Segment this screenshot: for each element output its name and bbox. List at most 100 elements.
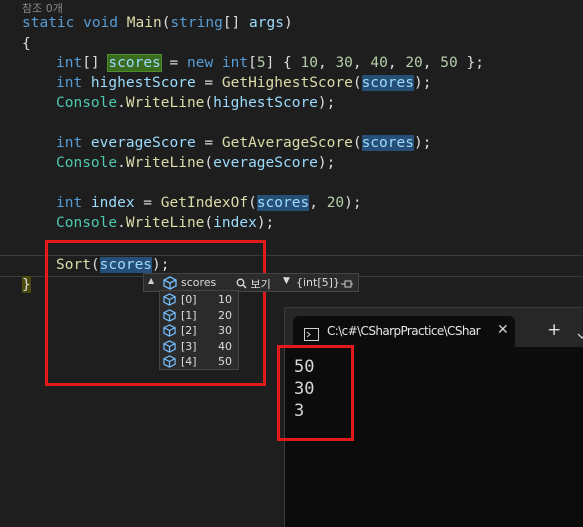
- code-token: );: [344, 195, 362, 211]
- code-token: 5: [256, 55, 266, 71]
- code-token: GetHighestScore: [221, 75, 353, 91]
- code-token: 50: [440, 55, 458, 71]
- console-tab-bar: C:\c#\CSharpPractice\CShar ✕ +: [285, 308, 583, 347]
- code-line[interactable]: Console.WriteLine(highestScore);: [56, 93, 335, 113]
- code-token: );: [413, 75, 432, 91]
- datatip-value: {int[5]}: [296, 276, 340, 289]
- datatip-item-index: [4]: [181, 355, 197, 368]
- code-token: Console: [56, 155, 118, 171]
- datatip-children-list: [0] 10 [1] 20 [2] 30 [3] 40 [4] 50: [159, 290, 239, 370]
- code-line[interactable]: int everageScore = GetAverageScore(score…: [56, 133, 431, 153]
- code-token: );: [256, 215, 275, 231]
- chevron-down-icon[interactable]: [577, 326, 583, 339]
- code-token: new: [187, 55, 222, 71]
- code-token: .: [117, 215, 126, 231]
- close-tab-icon[interactable]: ✕: [497, 322, 509, 338]
- console-tab-title: C:\c#\CSharpPractice\CShar: [327, 324, 481, 338]
- datatip-item-value: 10: [218, 293, 232, 306]
- code-token: [: [248, 55, 257, 71]
- code-token: highestScore: [213, 95, 318, 111]
- code-token: []: [222, 15, 250, 31]
- code-token: );: [317, 155, 336, 171]
- datatip-item-value: 30: [218, 324, 232, 337]
- code-token: Main: [126, 15, 162, 31]
- code-editor[interactable]: 참조 0개 static void Main(string[] args){in…: [0, 0, 583, 527]
- code-token: .: [117, 95, 126, 111]
- code-token: =: [195, 75, 222, 91]
- datatip-item-row[interactable]: [3] 40: [160, 339, 238, 354]
- code-token: ,: [317, 55, 336, 71]
- datatip-item-row[interactable]: [4] 50: [160, 354, 238, 369]
- view-dropdown-arrow-icon[interactable]: ▼: [283, 276, 290, 286]
- code-token: []: [82, 55, 109, 71]
- code-token: =: [195, 135, 222, 151]
- datatip-item-row[interactable]: [1] 20: [160, 308, 238, 323]
- highlighted-identifier: scores: [361, 135, 414, 151]
- code-token: };: [457, 55, 484, 71]
- highlighted-identifier: scores: [361, 75, 414, 91]
- code-token: (: [248, 195, 257, 211]
- datatip-item-index: [1]: [181, 308, 197, 322]
- code-token: GetAverageScore: [221, 135, 353, 151]
- code-token: 20: [326, 195, 345, 211]
- terminal-icon: [304, 326, 319, 345]
- code-token: ,: [309, 195, 327, 211]
- code-token: ): [283, 15, 293, 31]
- object-cube-icon: [163, 355, 176, 371]
- code-token: Console: [56, 215, 118, 231]
- pin-icon[interactable]: [341, 278, 353, 288]
- code-token: }: [22, 277, 31, 293]
- code-token: .: [117, 155, 126, 171]
- code-token: );: [413, 135, 432, 151]
- code-token: WriteLine: [125, 155, 205, 171]
- datatip-item-value: 50: [218, 355, 232, 368]
- code-token: int: [221, 55, 249, 71]
- view-label: 보기: [250, 278, 271, 291]
- code-line[interactable]: Console.WriteLine(everageScore);: [56, 153, 335, 173]
- code-token: static: [22, 15, 84, 31]
- code-token: (: [352, 135, 362, 151]
- code-token: 30: [335, 55, 353, 71]
- console-tab[interactable]: C:\c#\CSharpPractice\CShar ✕: [293, 316, 515, 347]
- datatip-item-row[interactable]: [2] 30: [160, 323, 238, 338]
- code-token: args: [249, 15, 284, 31]
- code-token: {: [22, 36, 31, 52]
- code-token: GetIndexOf: [160, 195, 249, 211]
- code-token: void: [83, 15, 127, 31]
- code-line[interactable]: static void Main(string[] args): [22, 13, 293, 33]
- code-token: 20: [405, 55, 423, 71]
- datatip-item-row[interactable]: [0] 10: [160, 292, 238, 307]
- code-token: highestScore: [90, 75, 196, 91]
- code-token: int: [56, 135, 91, 151]
- code-token: int: [56, 55, 83, 71]
- code-token: Console: [56, 95, 118, 111]
- collapse-triangle-icon[interactable]: ▲: [148, 276, 154, 285]
- code-token: 40: [370, 55, 388, 71]
- code-line[interactable]: int highestScore = GetHighestScore(score…: [56, 73, 431, 93]
- code-token: everageScore: [90, 135, 196, 151]
- code-token: everageScore: [213, 155, 318, 171]
- code-token: ,: [387, 55, 406, 71]
- code-token: WriteLine: [125, 215, 205, 231]
- code-token: (: [204, 95, 214, 111]
- new-tab-button[interactable]: +: [547, 320, 561, 340]
- datatip-view-button[interactable]: 보기: [236, 276, 271, 292]
- code-line[interactable]: int[] scores = new int[5] { 10, 30, 40, …: [56, 53, 484, 73]
- code-line[interactable]: Console.WriteLine(index);: [56, 213, 274, 233]
- code-token: =: [134, 195, 161, 211]
- highlighted-identifier: scores: [256, 195, 310, 211]
- datatip-item-index: [0]: [181, 293, 197, 306]
- magnifier-icon: [236, 278, 247, 289]
- code-token: (: [352, 75, 362, 91]
- datatip-variable-name: scores: [181, 276, 217, 289]
- annotation-box-output: [277, 345, 354, 441]
- code-token: ,: [422, 55, 441, 71]
- code-line[interactable]: }: [22, 275, 31, 295]
- code-token: int: [56, 195, 91, 211]
- code-line[interactable]: {: [22, 34, 31, 54]
- code-line[interactable]: int index = GetIndexOf(scores, 20);: [56, 193, 362, 213]
- code-token: );: [317, 95, 336, 111]
- highlighted-identifier: scores: [107, 54, 162, 72]
- code-token: index: [90, 195, 135, 211]
- code-token: int: [56, 75, 91, 91]
